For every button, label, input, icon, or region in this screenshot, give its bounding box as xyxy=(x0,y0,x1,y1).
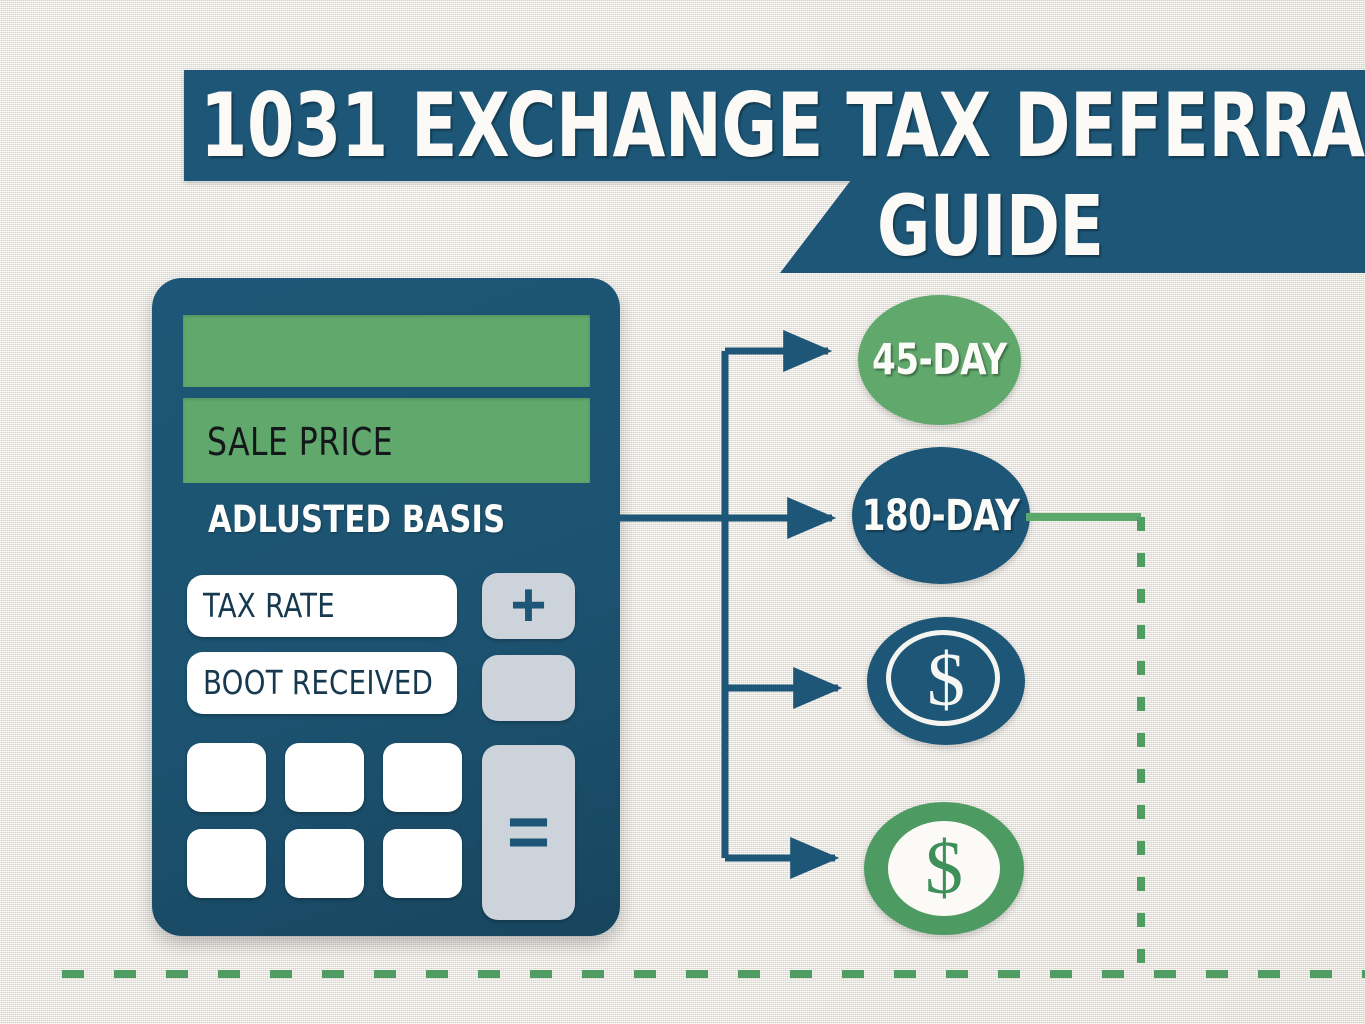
calculator-display-sale-price: SALE PRICE xyxy=(183,398,590,483)
node-180-day-label: 180-DAY xyxy=(862,490,1020,541)
node-180-day[interactable]: 180-DAY xyxy=(852,447,1030,584)
plus-key[interactable]: + xyxy=(482,573,575,639)
blank-key-4[interactable] xyxy=(187,829,266,898)
blank-key-6[interactable] xyxy=(383,829,462,898)
equals-key[interactable]: = xyxy=(482,745,575,920)
node-45-day[interactable]: 45-DAY xyxy=(858,295,1021,425)
sale-price-label: SALE PRICE xyxy=(207,420,394,464)
tax-rate-key-label: TAX RATE xyxy=(203,586,336,625)
adjusted-basis-label: ADLUSTED BASIS xyxy=(208,498,506,541)
boot-received-key-label: BOOT RECEIVED xyxy=(203,663,434,702)
equals-icon: = xyxy=(506,790,551,873)
boot-received-key[interactable]: BOOT RECEIVED xyxy=(187,652,457,714)
node-dollar-green[interactable]: $ xyxy=(864,802,1024,935)
plus-icon: + xyxy=(510,571,547,640)
node-dollar-dark[interactable]: $ xyxy=(867,617,1025,745)
infographic-canvas: 1031 EXCHANGE TAX DEFERRAL GUIDE SALE PR… xyxy=(0,0,1365,1024)
blank-key-1[interactable] xyxy=(187,743,266,812)
blank-key-5[interactable] xyxy=(285,829,364,898)
calculator-display-top xyxy=(183,315,590,387)
blank-key-2[interactable] xyxy=(285,743,364,812)
dollar-sign-green-icon: $ xyxy=(925,825,963,910)
blank-key-3[interactable] xyxy=(383,743,462,812)
blank-gray-key[interactable] xyxy=(482,655,575,721)
node-45-day-label: 45-DAY xyxy=(872,335,1007,385)
tax-rate-key[interactable]: TAX RATE xyxy=(187,575,457,637)
calculator-device: SALE PRICE ADLUSTED BASIS TAX RATE BOOT … xyxy=(152,278,620,936)
dollar-sign-icon: $ xyxy=(927,638,965,722)
page-title-line-2: GUIDE xyxy=(877,177,1104,275)
page-title-line-1: 1031 EXCHANGE TAX DEFERRAL xyxy=(200,74,1365,177)
